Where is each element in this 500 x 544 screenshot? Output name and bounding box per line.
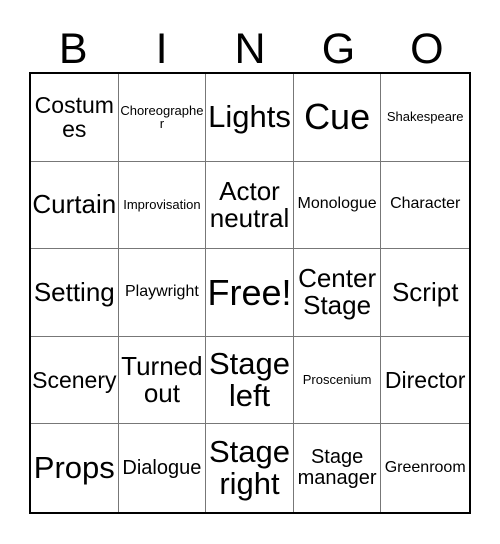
bingo-cell-label: Props [33, 449, 115, 485]
bingo-card: B I N G O Costumes Choreographer Lights Cue… [0, 0, 500, 544]
bingo-cell-label: Setting [33, 276, 115, 307]
bingo-cell[interactable]: Stage left [206, 336, 294, 425]
bingo-cell[interactable]: Turned out [118, 336, 207, 425]
bingo-cell-label: Monologue [297, 195, 377, 213]
bingo-cell[interactable]: Lights [206, 74, 294, 162]
bingo-cell-label: Director [384, 367, 466, 394]
bingo-cell-label: Dialogue [122, 456, 202, 479]
bingo-header-letter-b: B [58, 25, 88, 73]
bingo-cell-label: Actor neutral [209, 175, 290, 233]
bingo-cell[interactable]: Costumes [31, 74, 119, 162]
bingo-cell[interactable]: Stage manager [293, 424, 382, 512]
bingo-header-letter-n: N [234, 25, 266, 73]
bingo-cell[interactable]: Improvisation [118, 161, 207, 250]
bingo-cell[interactable]: Curtain [31, 161, 119, 250]
bingo-cell-label: Lights [208, 99, 291, 135]
bingo-cell[interactable]: Cue [293, 74, 382, 162]
bingo-header-letter-o: O [410, 25, 444, 73]
bingo-cell[interactable]: Props [31, 424, 119, 512]
bingo-header-row: B I N G O [29, 18, 471, 72]
bingo-cell-label: Greenroom [384, 458, 466, 476]
bingo-cell-label: Curtain [32, 189, 117, 220]
bingo-cell[interactable]: Stage right [206, 424, 294, 512]
bingo-cell-label: Character [390, 195, 461, 213]
bingo-cell[interactable]: Character [381, 161, 469, 250]
bingo-cell[interactable]: Shakespeare [381, 74, 469, 162]
bingo-cell-label: Stage manager [297, 446, 377, 490]
bingo-cell-label: Choreographer [120, 102, 204, 132]
bingo-cell-label: Free! [207, 271, 292, 313]
bingo-cell-label: Proscenium [302, 372, 372, 388]
bingo-cell[interactable]: Proscenium [293, 336, 382, 425]
bingo-free-space-cell[interactable]: Free! [206, 249, 294, 337]
bingo-cell[interactable]: Script [381, 249, 469, 337]
bingo-header-letter-g: G [321, 25, 356, 73]
bingo-cell-label: Costumes [34, 92, 114, 143]
bingo-cell[interactable]: Playwright [118, 249, 207, 337]
bingo-cell-label: Center Stage [298, 263, 377, 321]
bingo-cell[interactable]: Dialogue [118, 424, 207, 512]
bingo-cell-label: Improvisation [123, 197, 201, 213]
bingo-cell-label: Cue [304, 96, 371, 138]
bingo-cell-label: Shakespeare [386, 109, 464, 125]
bingo-cell-label: Script [391, 276, 459, 307]
bingo-grid: Costumes Choreographer Lights Cue Shakespear… [29, 72, 471, 514]
bingo-header-letter-i: I [155, 25, 168, 73]
bingo-cell-label: Playwright [124, 283, 199, 301]
bingo-cell[interactable]: Scenery [31, 336, 119, 425]
bingo-cell-label: Stage left [208, 345, 290, 414]
bingo-cell[interactable]: Monologue [293, 161, 382, 250]
bingo-cell[interactable]: Greenroom [381, 424, 469, 512]
bingo-cell[interactable]: Center Stage [293, 249, 382, 337]
bingo-cell[interactable]: Director [381, 336, 469, 425]
bingo-cell-label: Turned out [121, 350, 203, 409]
bingo-cell[interactable]: Choreographer [118, 74, 207, 162]
bingo-cell-label: Stage right [208, 433, 290, 502]
bingo-cell[interactable]: Setting [31, 249, 119, 337]
bingo-cell-label: Scenery [32, 367, 117, 394]
bingo-cell[interactable]: Actor neutral [206, 161, 294, 250]
